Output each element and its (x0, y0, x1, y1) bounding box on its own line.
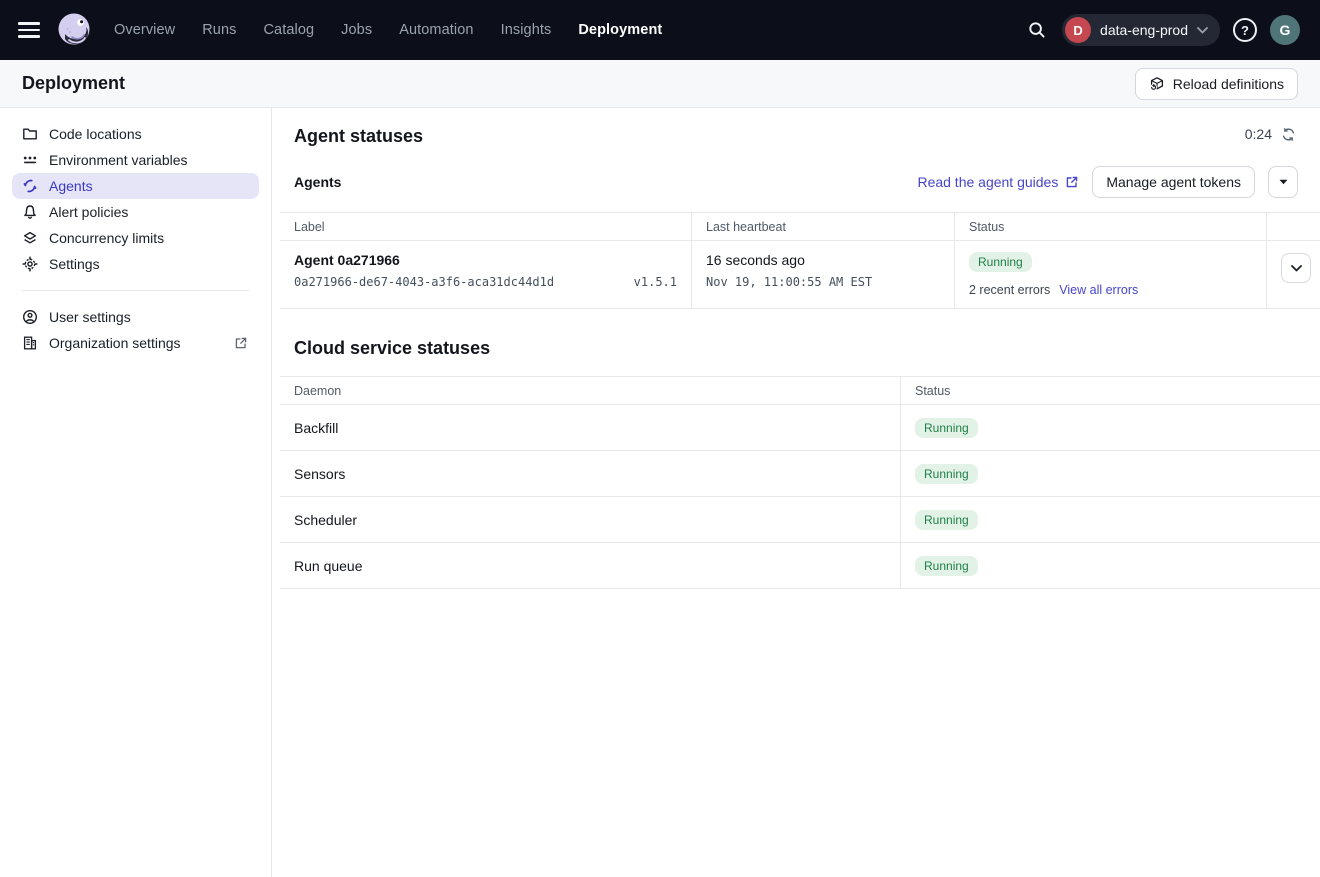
agent-statuses-heading: Agent statuses (294, 126, 423, 147)
code-location-reload-icon (1149, 76, 1165, 92)
daemon-name: Run queue (280, 543, 901, 588)
external-link-icon (1065, 175, 1079, 189)
chevron-down-icon (1291, 265, 1302, 272)
refresh-countdown: 0:24 (1245, 126, 1272, 142)
nav-deployment[interactable]: Deployment (578, 22, 662, 38)
nav-catalog[interactable]: Catalog (263, 22, 314, 38)
caret-down-icon (1279, 179, 1288, 185)
main-content: Agent statuses 0:24 Agents Read the agen… (272, 108, 1320, 877)
external-link-icon (233, 335, 249, 351)
nav-automation[interactable]: Automation (399, 22, 473, 38)
deployment-name: data-eng-prod (1100, 22, 1188, 38)
daemon-row-backfill: Backfill Running (280, 405, 1320, 451)
heartbeat-timestamp: Nov 19, 11:00:55 AM EST (706, 275, 872, 289)
recent-errors-text: 2 recent errors (969, 283, 1050, 297)
user-icon (22, 309, 38, 325)
agent-row: Agent 0a271966 0a271966-de67-4043-a3f6-a… (280, 241, 1320, 309)
daemon-name: Sensors (280, 451, 901, 496)
status-badge: Running (969, 252, 1032, 272)
daemon-name: Backfill (280, 405, 901, 450)
daemon-row-sensors: Sensors Running (280, 451, 1320, 497)
cloud-table-header: Daemon Status (280, 376, 1320, 405)
view-all-errors-link[interactable]: View all errors (1059, 283, 1138, 297)
agent-guides-link[interactable]: Read the agent guides (917, 174, 1079, 190)
agent-icon (22, 178, 38, 194)
deployment-switcher[interactable]: D data-eng-prod (1062, 14, 1220, 46)
col-last-heartbeat: Last heartbeat (692, 213, 955, 240)
bell-icon (22, 204, 38, 220)
sidebar-item-alert-policies[interactable]: Alert policies (12, 199, 259, 225)
dagster-logo-icon[interactable] (55, 11, 93, 49)
col-daemon: Daemon (280, 377, 901, 404)
status-badge: Running (915, 510, 978, 530)
page-header: Deployment Reload definitions (0, 60, 1320, 108)
chevron-down-icon (1197, 27, 1208, 34)
agent-version: v1.5.1 (634, 275, 677, 289)
agents-section-label: Agents (294, 174, 341, 190)
layers-icon (22, 230, 38, 246)
menu-icon[interactable] (18, 18, 42, 42)
refresh-timer: 0:24 (1245, 126, 1296, 142)
daemon-name: Scheduler (280, 497, 901, 542)
sidebar-item-settings[interactable]: Settings (12, 251, 259, 277)
help-icon[interactable]: ? (1233, 18, 1257, 42)
status-badge: Running (915, 464, 978, 484)
daemon-row-run-queue: Run queue Running (280, 543, 1320, 589)
daemon-row-scheduler: Scheduler Running (280, 497, 1320, 543)
folder-icon (22, 126, 38, 142)
heartbeat-relative: 16 seconds ago (706, 252, 940, 268)
agent-actions-dropdown-button[interactable] (1268, 166, 1298, 198)
avatar[interactable]: G (1270, 15, 1300, 45)
deployment-badge: D (1065, 17, 1091, 43)
page-title: Deployment (22, 73, 125, 94)
sidebar-item-concurrency-limits[interactable]: Concurrency limits (12, 225, 259, 251)
sidebar-item-organization-settings[interactable]: Organization settings (12, 330, 259, 356)
manage-agent-tokens-button[interactable]: Manage agent tokens (1092, 166, 1255, 198)
nav-runs[interactable]: Runs (202, 22, 236, 38)
agent-label: Agent 0a271966 (294, 252, 677, 268)
status-badge: Running (915, 556, 978, 576)
top-nav: Overview Runs Catalog Jobs Automation In… (0, 0, 1320, 60)
agent-id: 0a271966-de67-4043-a3f6-aca31dc44d1d (294, 275, 554, 289)
expand-agent-row-button[interactable] (1281, 253, 1311, 283)
refresh-icon[interactable] (1281, 127, 1296, 142)
agents-table-header: Label Last heartbeat Status (280, 212, 1320, 241)
status-badge: Running (915, 418, 978, 438)
agents-table: Label Last heartbeat Status Agent 0a2719… (280, 212, 1320, 309)
primary-nav: Overview Runs Catalog Jobs Automation In… (114, 22, 662, 38)
sidebar-item-environment-variables[interactable]: Environment variables (12, 147, 259, 173)
cloud-service-statuses-heading: Cloud service statuses (294, 338, 1320, 359)
nav-jobs[interactable]: Jobs (341, 22, 372, 38)
sidebar-item-code-locations[interactable]: Code locations (12, 121, 259, 147)
col-status: Status (901, 377, 1320, 404)
col-status: Status (955, 213, 1267, 240)
reload-definitions-button[interactable]: Reload definitions (1135, 68, 1298, 100)
sidebar-item-user-settings[interactable]: User settings (12, 304, 259, 330)
deployment-sidebar: Code locations Environment variables Age… (0, 108, 272, 877)
variables-icon (22, 152, 38, 168)
gear-icon (22, 256, 38, 272)
sidebar-divider (22, 290, 249, 291)
sidebar-item-agents[interactable]: Agents (12, 173, 259, 199)
col-expand (1267, 213, 1320, 240)
building-icon (22, 335, 38, 351)
nav-overview[interactable]: Overview (114, 22, 175, 38)
nav-insights[interactable]: Insights (501, 22, 552, 38)
col-label: Label (280, 213, 692, 240)
search-icon[interactable] (1025, 18, 1049, 42)
cloud-services-table: Daemon Status Backfill Running Sensors R… (280, 376, 1320, 589)
